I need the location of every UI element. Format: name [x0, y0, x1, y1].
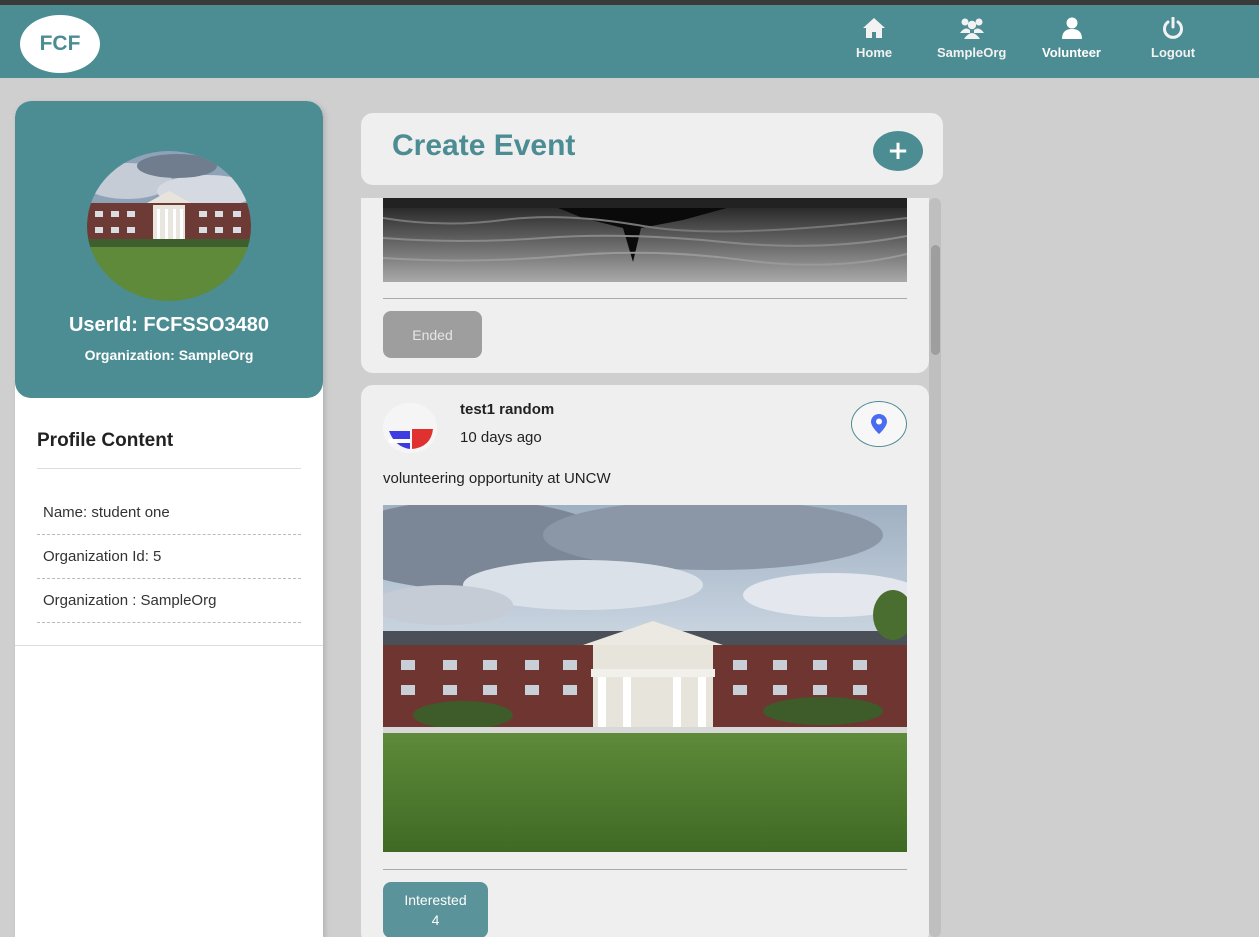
event-image[interactable]: [383, 505, 907, 852]
top-navbar: FCF Home SampleOrg Volunteer Logout: [0, 0, 1259, 78]
poster-avatar[interactable]: [383, 403, 437, 453]
event-card: Ended: [361, 198, 929, 373]
post-description: volunteering opportunity at UNCW: [383, 470, 611, 487]
interested-count: 4: [431, 912, 440, 928]
building-photo: [87, 151, 251, 301]
post-timestamp: 10 days ago: [460, 429, 542, 446]
group-icon: [959, 18, 984, 39]
create-event-title: Create Event: [392, 129, 576, 162]
divider: [383, 869, 907, 870]
poster-name: test1 random: [460, 401, 555, 418]
fcf-logo[interactable]: FCF: [20, 15, 100, 73]
divider: [383, 298, 907, 299]
event-card: test1 random 10 days ago volunteering op…: [361, 385, 929, 937]
nav-sampleorg-label: SampleOrg: [937, 45, 1007, 60]
organization-label: Organization: SampleOrg: [84, 347, 254, 363]
interested-label: Interested: [404, 892, 467, 908]
profile-org-id: Organization Id: 5: [37, 535, 301, 579]
profile-header: UserId: FCFSSO3480 Organization: SampleO…: [15, 101, 323, 398]
nav-home[interactable]: Home: [856, 17, 892, 60]
nav-volunteer-label: Volunteer: [1042, 45, 1101, 60]
map-pin-icon: [871, 414, 887, 434]
interested-button[interactable]: Interested 4: [383, 882, 488, 937]
create-event-button[interactable]: +: [873, 131, 923, 171]
nav-sampleorg[interactable]: SampleOrg: [937, 17, 1006, 60]
event-image: [383, 198, 907, 282]
event-feed[interactable]: Ended test1 random 10 days ago volunteer…: [361, 198, 943, 937]
ended-button: Ended: [383, 311, 482, 358]
plus-icon: +: [887, 136, 909, 166]
home-icon: [863, 18, 886, 38]
user-id: UserId: FCFSSO3480: [68, 314, 270, 336]
scrollbar-thumb[interactable]: [931, 245, 940, 355]
profile-avatar[interactable]: [87, 151, 251, 301]
user-icon: [1061, 17, 1082, 39]
divider: [37, 468, 301, 469]
power-icon: [1163, 17, 1183, 39]
nav-volunteer[interactable]: Volunteer: [1042, 17, 1101, 60]
create-event-bar: Create Event +: [361, 113, 943, 185]
divider: [15, 645, 323, 646]
profile-name: Name: student one: [37, 491, 301, 535]
nav-logout-label: Logout: [1151, 45, 1196, 60]
profile-organization: Organization : SampleOrg: [37, 579, 301, 623]
location-button[interactable]: [851, 401, 907, 447]
nav-home-label: Home: [856, 45, 893, 60]
nav-logout[interactable]: Logout: [1151, 17, 1195, 60]
profile-content-title: Profile Content: [37, 430, 174, 451]
profile-card: UserId: FCFSSO3480 Organization: SampleO…: [15, 101, 323, 937]
